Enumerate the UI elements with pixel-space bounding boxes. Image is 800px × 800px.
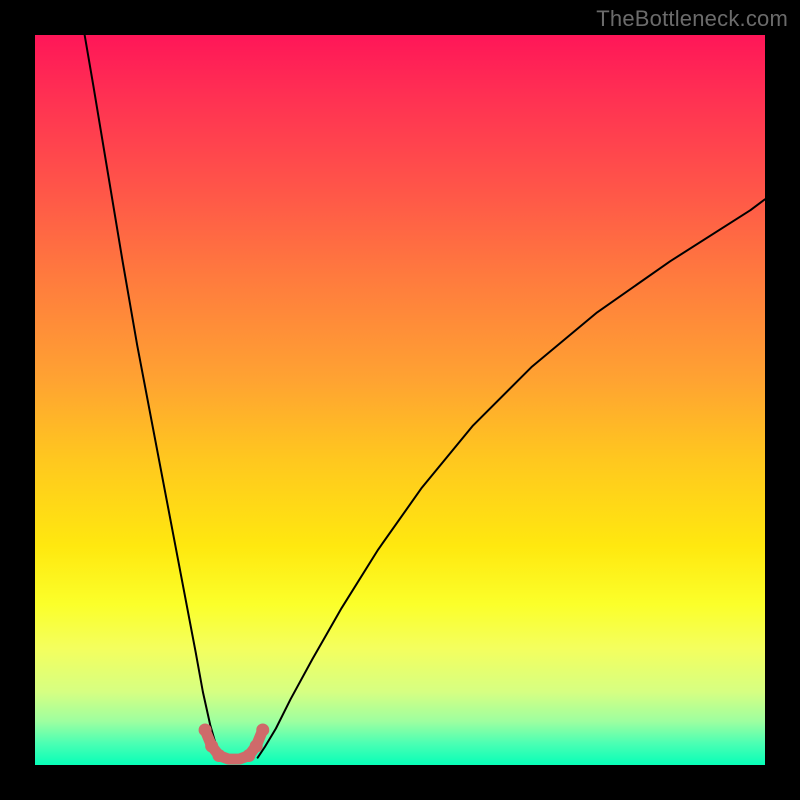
watermark-text: TheBottleneck.com (596, 6, 788, 32)
plot-area (35, 35, 765, 765)
chart-stage: TheBottleneck.com (0, 0, 800, 800)
